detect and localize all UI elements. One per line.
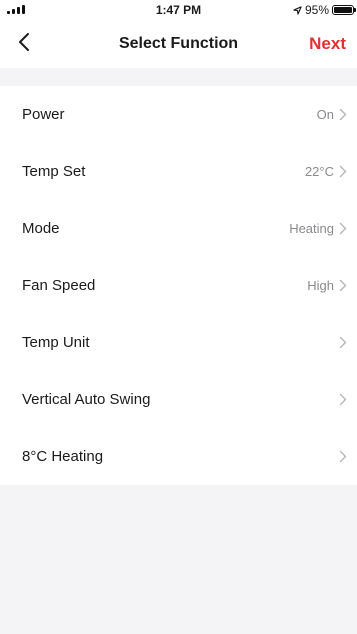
status-bar: 1:47 PM 95% [0, 0, 357, 20]
battery-icon [332, 5, 356, 15]
chevron-right-icon [339, 336, 347, 349]
function-label: Fan Speed [22, 277, 96, 294]
battery-percent: 95% [304, 3, 329, 17]
function-label: Mode [22, 220, 60, 237]
function-value: 22°C [304, 164, 334, 179]
chevron-right-icon [339, 450, 347, 463]
function-label: Temp Set [22, 163, 86, 180]
chevron-right-icon [339, 222, 347, 235]
function-item-mode[interactable]: Mode Heating [0, 200, 357, 257]
function-item-vertical-auto-swing[interactable]: Vertical Auto Swing [0, 371, 357, 428]
function-list: Power On Temp Set 22°C Mode Heating Fan … [0, 86, 357, 485]
chevron-right-icon [339, 393, 347, 406]
function-label: Power [22, 106, 65, 123]
page-title: Select Function [118, 35, 239, 52]
function-item-power[interactable]: Power On [0, 86, 357, 143]
function-item-temp-unit[interactable]: Temp Unit [0, 314, 357, 371]
chevron-right-icon [339, 108, 347, 121]
function-label: Vertical Auto Swing [22, 391, 151, 408]
next-button[interactable]: Next [309, 34, 346, 54]
function-value: High [307, 278, 334, 293]
function-value: Heating [289, 221, 334, 236]
function-label: 8°C Heating [22, 448, 104, 465]
nav-bar: Select Function Next [0, 20, 357, 68]
function-item-8c-heating[interactable]: 8°C Heating [0, 428, 357, 485]
function-label: Temp Unit [22, 334, 90, 351]
chevron-right-icon [339, 165, 347, 178]
chevron-right-icon [339, 279, 347, 292]
status-right: 95% [293, 3, 356, 17]
location-arrow-icon [293, 5, 302, 15]
function-item-temp-set[interactable]: Temp Set 22°C [0, 143, 357, 200]
function-value: On [316, 107, 334, 122]
function-item-fan-speed[interactable]: Fan Speed High [0, 257, 357, 314]
